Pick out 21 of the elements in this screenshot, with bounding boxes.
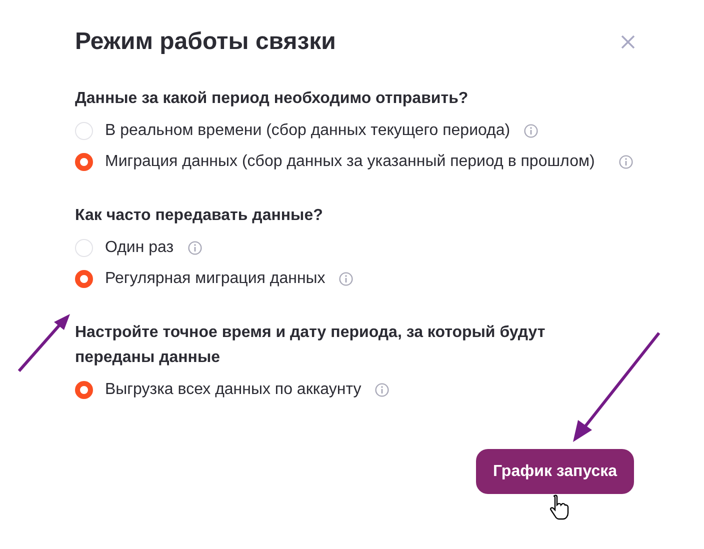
- hand-cursor-icon: [548, 494, 570, 520]
- info-icon[interactable]: [524, 124, 538, 138]
- info-icon[interactable]: [188, 241, 202, 255]
- section-heading: Как часто передавать данные?: [75, 206, 324, 226]
- option-label: Выгрузка всех данных по аккаунту: [105, 380, 362, 400]
- option-label: В реальном времени (сбор данных текущего периода): [105, 121, 510, 141]
- radio-button[interactable]: [75, 270, 93, 288]
- info-icon[interactable]: [339, 272, 354, 286]
- option-label: Регулярная миграция данных: [105, 269, 326, 289]
- info-icon[interactable]: [375, 383, 390, 397]
- option-label: Один раз: [105, 238, 174, 258]
- radio-button[interactable]: [75, 153, 93, 171]
- arrow-icon: [570, 330, 662, 444]
- radio-button[interactable]: [75, 381, 93, 399]
- close-icon[interactable]: [620, 34, 636, 50]
- option-label: Миграция данных (сбор данных за указанный период в прошлом): [105, 152, 596, 172]
- section-heading: Данные за какой период необходимо отправить?: [75, 89, 470, 109]
- dialog-title: Режим работы связки: [75, 28, 336, 56]
- schedule-button[interactable]: График запуска: [476, 449, 634, 494]
- info-icon[interactable]: [619, 155, 633, 169]
- section-heading: Настройте точное время и дату периода, за который будут переданы данные: [75, 323, 546, 368]
